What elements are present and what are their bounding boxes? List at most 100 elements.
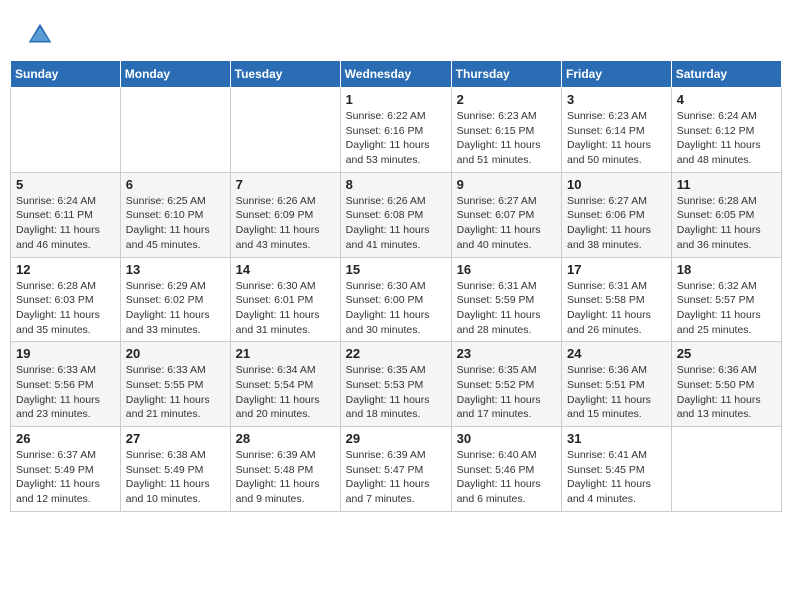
day-number: 17 [567, 262, 666, 277]
day-info: Sunrise: 6:30 AMSunset: 6:00 PMDaylight:… [346, 279, 446, 338]
table-cell [11, 88, 121, 173]
day-number: 21 [236, 346, 335, 361]
table-cell: 10 Sunrise: 6:27 AMSunset: 6:06 PMDayligh… [562, 172, 672, 257]
calendar-table: Sunday Monday Tuesday Wednesday Thursday… [10, 60, 782, 512]
table-cell [671, 427, 781, 512]
table-cell: 28 Sunrise: 6:39 AMSunset: 5:48 PMDayligh… [230, 427, 340, 512]
table-cell [230, 88, 340, 173]
day-number: 6 [126, 177, 225, 192]
day-number: 4 [677, 92, 776, 107]
col-saturday: Saturday [671, 61, 781, 88]
day-info: Sunrise: 6:25 AMSunset: 6:10 PMDaylight:… [126, 194, 225, 253]
table-cell: 12 Sunrise: 6:28 AMSunset: 6:03 PMDayligh… [11, 257, 121, 342]
day-info: Sunrise: 6:35 AMSunset: 5:53 PMDaylight:… [346, 363, 446, 422]
table-cell: 21 Sunrise: 6:34 AMSunset: 5:54 PMDayligh… [230, 342, 340, 427]
day-info: Sunrise: 6:28 AMSunset: 6:05 PMDaylight:… [677, 194, 776, 253]
day-info: Sunrise: 6:32 AMSunset: 5:57 PMDaylight:… [677, 279, 776, 338]
table-cell: 24 Sunrise: 6:36 AMSunset: 5:51 PMDayligh… [562, 342, 672, 427]
day-number: 22 [346, 346, 446, 361]
day-number: 15 [346, 262, 446, 277]
day-info: Sunrise: 6:33 AMSunset: 5:56 PMDaylight:… [16, 363, 115, 422]
day-number: 25 [677, 346, 776, 361]
day-number: 16 [457, 262, 556, 277]
day-number: 2 [457, 92, 556, 107]
day-number: 23 [457, 346, 556, 361]
day-info: Sunrise: 6:22 AMSunset: 6:16 PMDaylight:… [346, 109, 446, 168]
day-number: 12 [16, 262, 115, 277]
table-cell: 20 Sunrise: 6:33 AMSunset: 5:55 PMDayligh… [120, 342, 230, 427]
col-tuesday: Tuesday [230, 61, 340, 88]
table-cell: 27 Sunrise: 6:38 AMSunset: 5:49 PMDayligh… [120, 427, 230, 512]
day-info: Sunrise: 6:40 AMSunset: 5:46 PMDaylight:… [457, 448, 556, 507]
week-row-5: 26Sunrise: 6:37 AMSunset: 5:49 PMDayligh… [11, 427, 782, 512]
week-row-4: 19Sunrise: 6:33 AMSunset: 5:56 PMDayligh… [11, 342, 782, 427]
table-cell: 25 Sunrise: 6:36 AMSunset: 5:50 PMDayligh… [671, 342, 781, 427]
day-info: Sunrise: 6:23 AMSunset: 6:15 PMDaylight:… [457, 109, 556, 168]
day-number: 27 [126, 431, 225, 446]
day-number: 13 [126, 262, 225, 277]
table-cell: 9 Sunrise: 6:27 AMSunset: 6:07 PMDaylight… [451, 172, 561, 257]
day-number: 24 [567, 346, 666, 361]
table-cell: 23 Sunrise: 6:35 AMSunset: 5:52 PMDayligh… [451, 342, 561, 427]
day-number: 1 [346, 92, 446, 107]
table-cell: 4 Sunrise: 6:24 AMSunset: 6:12 PMDaylight… [671, 88, 781, 173]
col-monday: Monday [120, 61, 230, 88]
day-number: 9 [457, 177, 556, 192]
col-thursday: Thursday [451, 61, 561, 88]
week-row-1: 1 Sunrise: 6:22 AMSunset: 6:16 PMDaylight… [11, 88, 782, 173]
day-info: Sunrise: 6:41 AMSunset: 5:45 PMDaylight:… [567, 448, 666, 507]
table-cell: 13Sunrise: 6:29 AMSunset: 6:02 PMDayligh… [120, 257, 230, 342]
table-cell: 17 Sunrise: 6:31 AMSunset: 5:58 PMDayligh… [562, 257, 672, 342]
table-cell: 26Sunrise: 6:37 AMSunset: 5:49 PMDayligh… [11, 427, 121, 512]
day-info: Sunrise: 6:26 AMSunset: 6:09 PMDaylight:… [236, 194, 335, 253]
day-info: Sunrise: 6:23 AMSunset: 6:14 PMDaylight:… [567, 109, 666, 168]
day-number: 29 [346, 431, 446, 446]
day-number: 7 [236, 177, 335, 192]
day-info: Sunrise: 6:39 AMSunset: 5:48 PMDaylight:… [236, 448, 335, 507]
day-info: Sunrise: 6:27 AMSunset: 6:06 PMDaylight:… [567, 194, 666, 253]
table-cell: 11Sunrise: 6:28 AMSunset: 6:05 PMDayligh… [671, 172, 781, 257]
day-number: 8 [346, 177, 446, 192]
table-cell: 5Sunrise: 6:24 AMSunset: 6:11 PMDaylight… [11, 172, 121, 257]
table-cell: 2 Sunrise: 6:23 AMSunset: 6:15 PMDaylight… [451, 88, 561, 173]
week-row-2: 5Sunrise: 6:24 AMSunset: 6:11 PMDaylight… [11, 172, 782, 257]
logo-icon [25, 20, 55, 50]
day-info: Sunrise: 6:31 AMSunset: 5:59 PMDaylight:… [457, 279, 556, 338]
day-number: 20 [126, 346, 225, 361]
day-number: 26 [16, 431, 115, 446]
table-cell: 15 Sunrise: 6:30 AMSunset: 6:00 PMDayligh… [340, 257, 451, 342]
table-cell: 31 Sunrise: 6:41 AMSunset: 5:45 PMDayligh… [562, 427, 672, 512]
day-info: Sunrise: 6:33 AMSunset: 5:55 PMDaylight:… [126, 363, 225, 422]
table-cell: 22 Sunrise: 6:35 AMSunset: 5:53 PMDayligh… [340, 342, 451, 427]
table-cell: 3 Sunrise: 6:23 AMSunset: 6:14 PMDaylight… [562, 88, 672, 173]
day-info: Sunrise: 6:28 AMSunset: 6:03 PMDaylight:… [16, 279, 115, 338]
day-number: 10 [567, 177, 666, 192]
table-cell: 1 Sunrise: 6:22 AMSunset: 6:16 PMDaylight… [340, 88, 451, 173]
table-cell: 19Sunrise: 6:33 AMSunset: 5:56 PMDayligh… [11, 342, 121, 427]
day-info: Sunrise: 6:30 AMSunset: 6:01 PMDaylight:… [236, 279, 335, 338]
day-info: Sunrise: 6:27 AMSunset: 6:07 PMDaylight:… [457, 194, 556, 253]
day-info: Sunrise: 6:38 AMSunset: 5:49 PMDaylight:… [126, 448, 225, 507]
day-info: Sunrise: 6:26 AMSunset: 6:08 PMDaylight:… [346, 194, 446, 253]
table-cell: 16 Sunrise: 6:31 AMSunset: 5:59 PMDayligh… [451, 257, 561, 342]
day-info: Sunrise: 6:35 AMSunset: 5:52 PMDaylight:… [457, 363, 556, 422]
day-info: Sunrise: 6:24 AMSunset: 6:11 PMDaylight:… [16, 194, 115, 253]
col-wednesday: Wednesday [340, 61, 451, 88]
table-cell: 29Sunrise: 6:39 AMSunset: 5:47 PMDayligh… [340, 427, 451, 512]
day-info: Sunrise: 6:36 AMSunset: 5:51 PMDaylight:… [567, 363, 666, 422]
table-cell: 6 Sunrise: 6:25 AMSunset: 6:10 PMDaylight… [120, 172, 230, 257]
day-info: Sunrise: 6:31 AMSunset: 5:58 PMDaylight:… [567, 279, 666, 338]
col-sunday: Sunday [11, 61, 121, 88]
calendar-header-row: Sunday Monday Tuesday Wednesday Thursday… [11, 61, 782, 88]
day-number: 30 [457, 431, 556, 446]
logo [25, 20, 58, 50]
page-header [10, 10, 782, 55]
table-cell: 30 Sunrise: 6:40 AMSunset: 5:46 PMDayligh… [451, 427, 561, 512]
table-cell: 7 Sunrise: 6:26 AMSunset: 6:09 PMDaylight… [230, 172, 340, 257]
day-info: Sunrise: 6:34 AMSunset: 5:54 PMDaylight:… [236, 363, 335, 422]
day-number: 28 [236, 431, 335, 446]
day-info: Sunrise: 6:36 AMSunset: 5:50 PMDaylight:… [677, 363, 776, 422]
day-info: Sunrise: 6:24 AMSunset: 6:12 PMDaylight:… [677, 109, 776, 168]
day-number: 31 [567, 431, 666, 446]
day-number: 3 [567, 92, 666, 107]
